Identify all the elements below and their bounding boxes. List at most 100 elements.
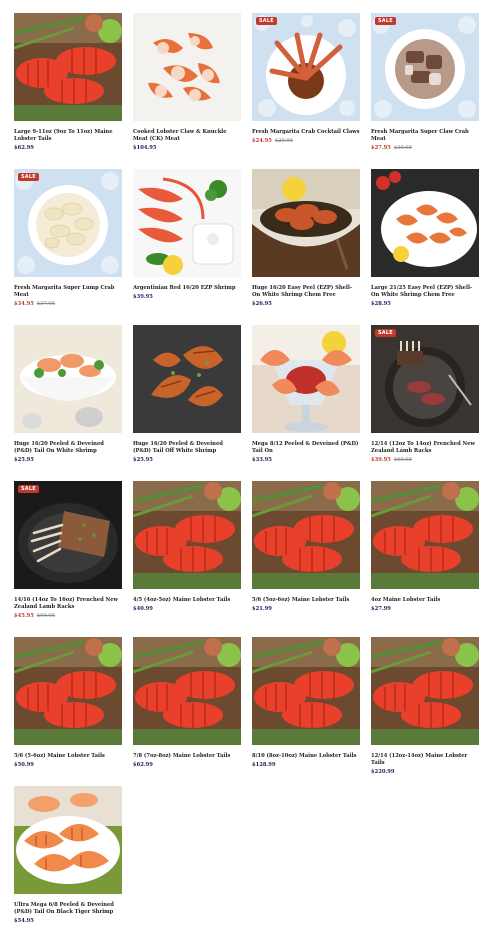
product-image[interactable]	[133, 325, 241, 433]
product-price: $45.95	[14, 613, 34, 619]
price-row: $39.95	[133, 294, 241, 301]
product-name[interactable]: Fresh Margarita Super Lump Crab Meat	[14, 285, 122, 299]
product-name[interactable]: 7/8 (7oz-8oz) Maine Lobster Tails	[133, 753, 241, 760]
product-name[interactable]: Fresh Margarita Crab Cocktail Claws	[252, 129, 360, 136]
product-price: $54.95	[14, 918, 34, 924]
price-row: $26.95	[252, 301, 360, 308]
price-row: $62.99	[14, 145, 122, 152]
product-name[interactable]: Large 21/25 Easy Peel (EZP) Shell-On Whi…	[371, 285, 479, 299]
product-price: $25.95	[14, 457, 34, 463]
product-name[interactable]: 8/10 (8oz-10oz) Maine Lobster Tails	[252, 753, 360, 760]
product-image[interactable]	[133, 13, 241, 121]
sale-badge: SALE	[18, 485, 39, 493]
product-image[interactable]	[371, 637, 479, 745]
original-price: $69.95	[393, 457, 413, 463]
price-row: $25.95	[133, 457, 241, 464]
product-card[interactable]: Huge 16/20 Peeled & Deveined (P&D) Tail …	[14, 325, 122, 464]
product-card[interactable]: SALE 14/16 (14oz To 16oz) Frenched New Ze…	[14, 481, 122, 620]
product-image[interactable]	[14, 786, 122, 894]
product-image[interactable]	[14, 637, 122, 745]
price-row: $54.95	[14, 918, 122, 925]
original-price: $69.95	[36, 613, 56, 619]
product-image[interactable]	[133, 637, 241, 745]
product-card[interactable]: Large 9-11oz (9oz To 11oz) Maine Lobster…	[14, 13, 122, 152]
product-price: $39.95	[371, 457, 391, 463]
product-card[interactable]: Ultra Mega 6/8 Peeled & Deveined (P&D) T…	[14, 786, 122, 925]
product-card[interactable]: 5/6 (5-6oz) Maine Lobster Tails $50.99	[14, 637, 122, 769]
product-image[interactable]	[371, 169, 479, 277]
product-card[interactable]: Huge 16/20 Easy Peel (EZP) Shell-On Whit…	[252, 169, 360, 308]
product-card[interactable]: 7/8 (7oz-8oz) Maine Lobster Tails $62.99	[133, 637, 241, 769]
price-row: $33.95	[252, 457, 360, 464]
product-card[interactable]: Mega 8/12 Peeled & Deveined (P&D) Tail O…	[252, 325, 360, 464]
product-price: $220.99	[371, 769, 395, 775]
product-card[interactable]: 8/10 (8oz-10oz) Maine Lobster Tails $128.…	[252, 637, 360, 769]
product-card[interactable]: 4/5 (4oz-5oz) Maine Lobster Tails $40.99	[133, 481, 241, 613]
product-name[interactable]: 4/5 (4oz-5oz) Maine Lobster Tails	[133, 597, 241, 604]
product-image[interactable]	[133, 481, 241, 589]
product-name[interactable]: Fresh Margarita Super Claw Crab Meat	[371, 129, 479, 143]
product-price: $40.99	[133, 606, 153, 612]
product-name[interactable]: 5/6 (5oz-6oz) Maine Lobster Tails	[252, 597, 360, 604]
price-row: $24.95 $29.95	[252, 138, 360, 145]
product-image[interactable]	[252, 481, 360, 589]
product-image[interactable]	[133, 169, 241, 277]
product-name[interactable]: 12/14 (12oz To 14oz) Frenched New Zealan…	[371, 441, 479, 455]
price-row: $50.99	[14, 762, 122, 769]
price-row: $40.99	[133, 606, 241, 613]
sale-badge: SALE	[256, 17, 277, 25]
original-price: $29.95	[274, 138, 294, 144]
price-row: $62.99	[133, 762, 241, 769]
product-price: $25.95	[133, 457, 153, 463]
product-name[interactable]: 5/6 (5-6oz) Maine Lobster Tails	[14, 753, 122, 760]
product-card[interactable]: Cooked Lobster Claw & Knuckle Meat (CK) …	[133, 13, 241, 152]
product-image[interactable]	[14, 13, 122, 121]
product-name[interactable]: 12/14 (12oz-14oz) Maine Lobster Tails	[371, 753, 479, 767]
product-name[interactable]: Ultra Mega 6/8 Peeled & Deveined (P&D) T…	[14, 902, 122, 916]
product-price: $50.99	[14, 762, 34, 768]
product-image[interactable]	[252, 637, 360, 745]
price-row: $39.95 $69.95	[371, 457, 479, 464]
product-card[interactable]: 4oz Maine Lobster Tails $27.99	[371, 481, 479, 613]
product-name[interactable]: Large 9-11oz (9oz To 11oz) Maine Lobster…	[14, 129, 122, 143]
product-price: $39.95	[133, 294, 153, 300]
product-image[interactable]: SALE	[371, 325, 479, 433]
product-card[interactable]: Large 21/25 Easy Peel (EZP) Shell-On Whi…	[371, 169, 479, 308]
product-image[interactable]: SALE	[252, 13, 360, 121]
product-card[interactable]: SALE Fresh Margarita Crab Cocktail Claws $…	[252, 13, 360, 145]
product-name[interactable]: 4oz Maine Lobster Tails	[371, 597, 479, 604]
price-row: $21.99	[252, 606, 360, 613]
product-name[interactable]: Mega 8/12 Peeled & Deveined (P&D) Tail O…	[252, 441, 360, 455]
product-card[interactable]: 12/14 (12oz-14oz) Maine Lobster Tails $22…	[371, 637, 479, 776]
product-price: $21.99	[252, 606, 272, 612]
product-name[interactable]: Huge 16/20 Peeled & Deveined (P&D) Tail …	[14, 441, 122, 455]
product-image[interactable]	[14, 325, 122, 433]
price-row: $27.99	[371, 606, 479, 613]
product-image[interactable]	[252, 169, 360, 277]
price-row: $128.99	[252, 762, 360, 769]
product-name[interactable]: Argentinian Red 16/20 EZP Shrimp	[133, 285, 241, 292]
product-price: $27.95	[371, 145, 391, 151]
product-image[interactable]	[252, 325, 360, 433]
product-card[interactable]: SALE Fresh Margarita Super Lump Crab Meat…	[14, 169, 122, 308]
price-row: $34.95 $37.95	[14, 301, 122, 308]
price-row: $104.95	[133, 145, 241, 152]
product-price: $24.95	[252, 138, 272, 144]
product-name[interactable]: Huge 16/20 Peeled & Deveined (P&D) Tail …	[133, 441, 241, 455]
product-card[interactable]: Argentinian Red 16/20 EZP Shrimp $39.95	[133, 169, 241, 301]
product-price: $27.99	[371, 606, 391, 612]
product-image[interactable]: SALE	[14, 481, 122, 589]
product-name[interactable]: 14/16 (14oz To 16oz) Frenched New Zealan…	[14, 597, 122, 611]
product-image[interactable]: SALE	[14, 169, 122, 277]
product-image[interactable]: SALE	[371, 13, 479, 121]
original-price: $30.95	[393, 145, 413, 151]
product-price: $33.95	[252, 457, 272, 463]
product-card[interactable]: SALE Fresh Margarita Super Claw Crab Meat…	[371, 13, 479, 152]
product-card[interactable]: 5/6 (5oz-6oz) Maine Lobster Tails $21.99	[252, 481, 360, 613]
sale-badge: SALE	[375, 329, 396, 337]
product-card[interactable]: Huge 16/20 Peeled & Deveined (P&D) Tail …	[133, 325, 241, 464]
product-card[interactable]: SALE 12/14 (12oz To 14oz) Frenched New Ze…	[371, 325, 479, 464]
product-name[interactable]: Cooked Lobster Claw & Knuckle Meat (CK) …	[133, 129, 241, 143]
product-image[interactable]	[371, 481, 479, 589]
product-name[interactable]: Huge 16/20 Easy Peel (EZP) Shell-On Whit…	[252, 285, 360, 299]
